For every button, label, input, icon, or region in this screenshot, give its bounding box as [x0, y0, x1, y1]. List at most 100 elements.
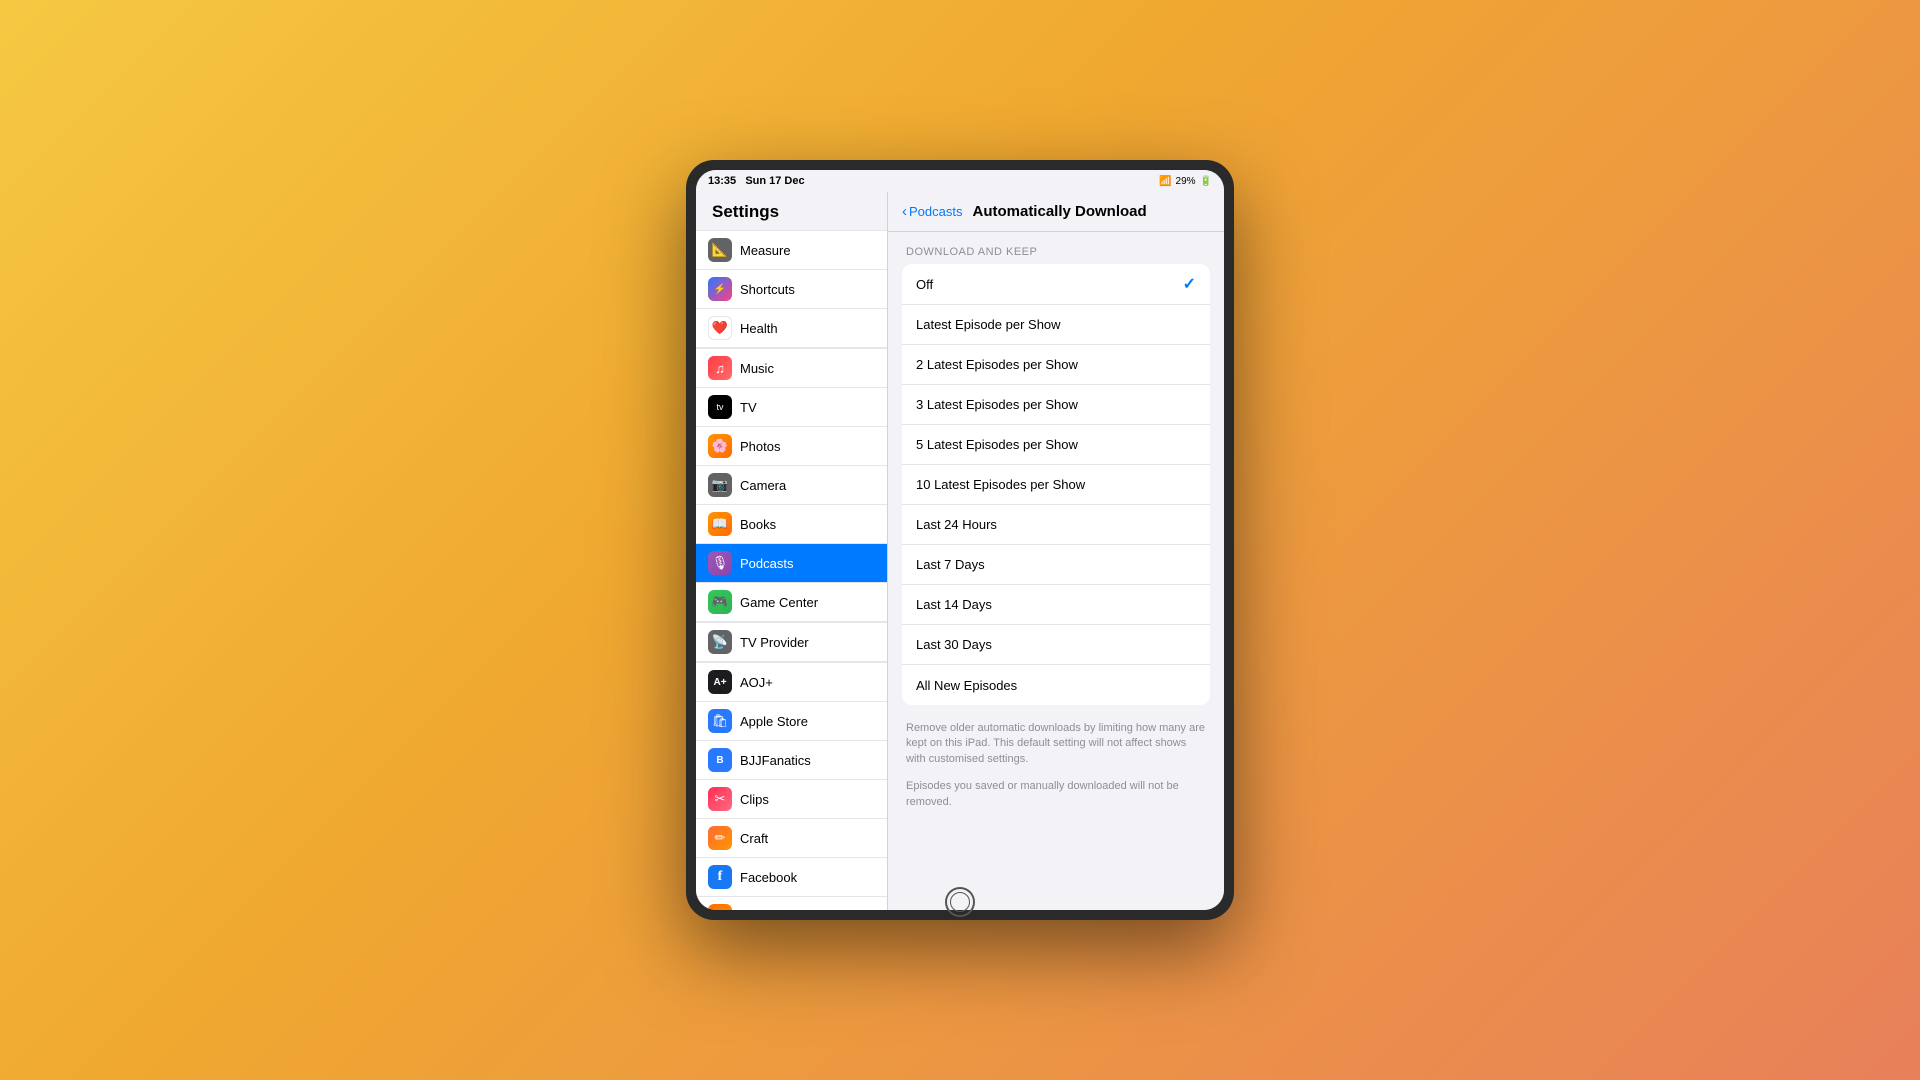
sidebar-item-tvprovider[interactable]: 📡 TV Provider — [696, 622, 887, 662]
sidebar-title: Settings — [696, 192, 887, 230]
option-last14d[interactable]: Last 14 Days — [902, 585, 1210, 625]
option-latest1[interactable]: Latest Episode per Show — [902, 305, 1210, 345]
option-last24h-label: Last 24 Hours — [916, 517, 1196, 532]
tvprovider-icon: 📡 — [708, 630, 732, 654]
ipad-screen: 13:35 Sun 17 Dec 📶 29% 🔋 Settings 📐 Meas… — [696, 170, 1224, 910]
tv-label: TV — [740, 400, 757, 415]
gamecenter-icon: 🎮 — [708, 590, 732, 614]
shortcuts-label: Shortcuts — [740, 282, 795, 297]
sidebar-item-craft[interactable]: ✏ Craft — [696, 819, 887, 858]
options-list: Off ✓ Latest Episode per Show 2 Latest E… — [902, 264, 1210, 705]
option-latest3-label: 3 Latest Episodes per Show — [916, 397, 1196, 412]
books-icon: 📖 — [708, 512, 732, 536]
option-last7d-label: Last 7 Days — [916, 557, 1196, 572]
wifi-icon: 📶 — [1159, 176, 1171, 187]
home-button-ring — [950, 892, 970, 912]
health-icon: ❤️ — [708, 316, 732, 340]
sidebar-item-tv[interactable]: tv TV — [696, 388, 887, 427]
option-last30d-label: Last 30 Days — [916, 637, 1196, 652]
sidebar-item-applestore[interactable]: 🛍 Apple Store — [696, 702, 887, 741]
sidebar-item-books[interactable]: 📖 Books — [696, 505, 887, 544]
sidebar-item-folioviewer[interactable]: F Folio Viewer — [696, 897, 887, 910]
camera-icon: 📷 — [708, 473, 732, 497]
music-icon: ♫ — [708, 356, 732, 380]
option-last14d-label: Last 14 Days — [916, 597, 1196, 612]
books-label: Books — [740, 517, 776, 532]
footer-text-1: Remove older automatic downloads by limi… — [902, 717, 1210, 775]
app-content: Settings 📐 Measure ⚡ Shortcuts ❤️ Health — [696, 192, 1224, 910]
folioviewer-icon: F — [708, 904, 732, 910]
option-latest1-label: Latest Episode per Show — [916, 317, 1196, 332]
option-last30d[interactable]: Last 30 Days — [902, 625, 1210, 665]
option-latest5[interactable]: 5 Latest Episodes per Show — [902, 425, 1210, 465]
sidebar-item-health[interactable]: ❤️ Health — [696, 309, 887, 348]
podcasts-icon: 🎙 — [708, 551, 732, 575]
clips-icon: ✂ — [708, 787, 732, 811]
sidebar-item-measure[interactable]: 📐 Measure — [696, 230, 887, 270]
option-off[interactable]: Off ✓ — [902, 264, 1210, 305]
battery-icon: 🔋 — [1200, 176, 1212, 187]
folioviewer-label: Folio Viewer — [740, 909, 811, 911]
option-last7d[interactable]: Last 7 Days — [902, 545, 1210, 585]
option-allnew[interactable]: All New Episodes — [902, 665, 1210, 705]
health-label: Health — [740, 321, 778, 336]
podcasts-label: Podcasts — [740, 556, 793, 571]
sidebar-item-bjjfanatics[interactable]: B BJJFanatics — [696, 741, 887, 780]
bjjfanatics-icon: B — [708, 748, 732, 772]
photos-icon: 🌸 — [708, 434, 732, 458]
bjjfanatics-label: BJJFanatics — [740, 753, 811, 768]
back-chevron-icon: ‹ — [902, 203, 907, 220]
status-bar: 13:35 Sun 17 Dec 📶 29% 🔋 — [696, 170, 1224, 192]
sidebar-section-4: A+ AOJ+ 🛍 Apple Store B BJJFanatics ✂ Cl… — [696, 662, 887, 910]
sidebar-item-music[interactable]: ♫ Music — [696, 348, 887, 388]
footer-text-2: Episodes you saved or manually downloade… — [902, 775, 1210, 814]
back-button[interactable]: ‹ Podcasts — [902, 203, 962, 220]
option-latest10[interactable]: 10 Latest Episodes per Show — [902, 465, 1210, 505]
aoj-label: AOJ+ — [740, 675, 773, 690]
shortcuts-icon: ⚡ — [708, 277, 732, 301]
section-header: DOWNLOAD AND KEEP — [902, 246, 1210, 264]
applestore-icon: 🛍 — [708, 709, 732, 733]
sidebar-item-shortcuts[interactable]: ⚡ Shortcuts — [696, 270, 887, 309]
sidebar-item-gamecenter[interactable]: 🎮 Game Center — [696, 583, 887, 622]
option-latest10-label: 10 Latest Episodes per Show — [916, 477, 1196, 492]
sidebar-item-clips[interactable]: ✂ Clips — [696, 780, 887, 819]
measure-label: Measure — [740, 243, 791, 258]
craft-icon: ✏ — [708, 826, 732, 850]
option-latest5-label: 5 Latest Episodes per Show — [916, 437, 1196, 452]
applestore-label: Apple Store — [740, 714, 808, 729]
sidebar-item-photos[interactable]: 🌸 Photos — [696, 427, 887, 466]
option-allnew-label: All New Episodes — [916, 678, 1196, 693]
content-area: DOWNLOAD AND KEEP Off ✓ Latest Episode p… — [888, 232, 1224, 910]
craft-label: Craft — [740, 831, 768, 846]
music-label: Music — [740, 361, 774, 376]
sidebar-section-2: ♫ Music tv TV 🌸 Photos 📷 Camera — [696, 348, 887, 622]
sidebar-section-3: 📡 TV Provider — [696, 622, 887, 662]
clips-label: Clips — [740, 792, 769, 807]
battery-percent: 29% — [1176, 176, 1196, 187]
sidebar-item-podcasts[interactable]: 🎙 Podcasts — [696, 544, 887, 583]
main-content: ‹ Podcasts Automatically Download DOWNLO… — [888, 192, 1224, 910]
status-time: 13:35 Sun 17 Dec — [708, 175, 805, 187]
sidebar-item-facebook[interactable]: f Facebook — [696, 858, 887, 897]
option-last24h[interactable]: Last 24 Hours — [902, 505, 1210, 545]
nav-bar: ‹ Podcasts Automatically Download — [888, 192, 1224, 232]
aoj-icon: A+ — [708, 670, 732, 694]
option-latest2-label: 2 Latest Episodes per Show — [916, 357, 1196, 372]
option-latest3[interactable]: 3 Latest Episodes per Show — [902, 385, 1210, 425]
photos-label: Photos — [740, 439, 780, 454]
facebook-icon: f — [708, 865, 732, 889]
option-off-label: Off — [916, 277, 1183, 292]
home-button[interactable] — [945, 887, 975, 917]
camera-label: Camera — [740, 478, 786, 493]
facebook-label: Facebook — [740, 870, 797, 885]
sidebar-item-aoj[interactable]: A+ AOJ+ — [696, 662, 887, 702]
ipad-frame: 13:35 Sun 17 Dec 📶 29% 🔋 Settings 📐 Meas… — [686, 160, 1234, 920]
checkmark-off: ✓ — [1183, 274, 1196, 294]
back-label: Podcasts — [909, 204, 962, 219]
status-right: 📶 29% 🔋 — [1159, 176, 1212, 187]
sidebar-section-1: 📐 Measure ⚡ Shortcuts ❤️ Health — [696, 230, 887, 348]
gamecenter-label: Game Center — [740, 595, 818, 610]
option-latest2[interactable]: 2 Latest Episodes per Show — [902, 345, 1210, 385]
sidebar-item-camera[interactable]: 📷 Camera — [696, 466, 887, 505]
